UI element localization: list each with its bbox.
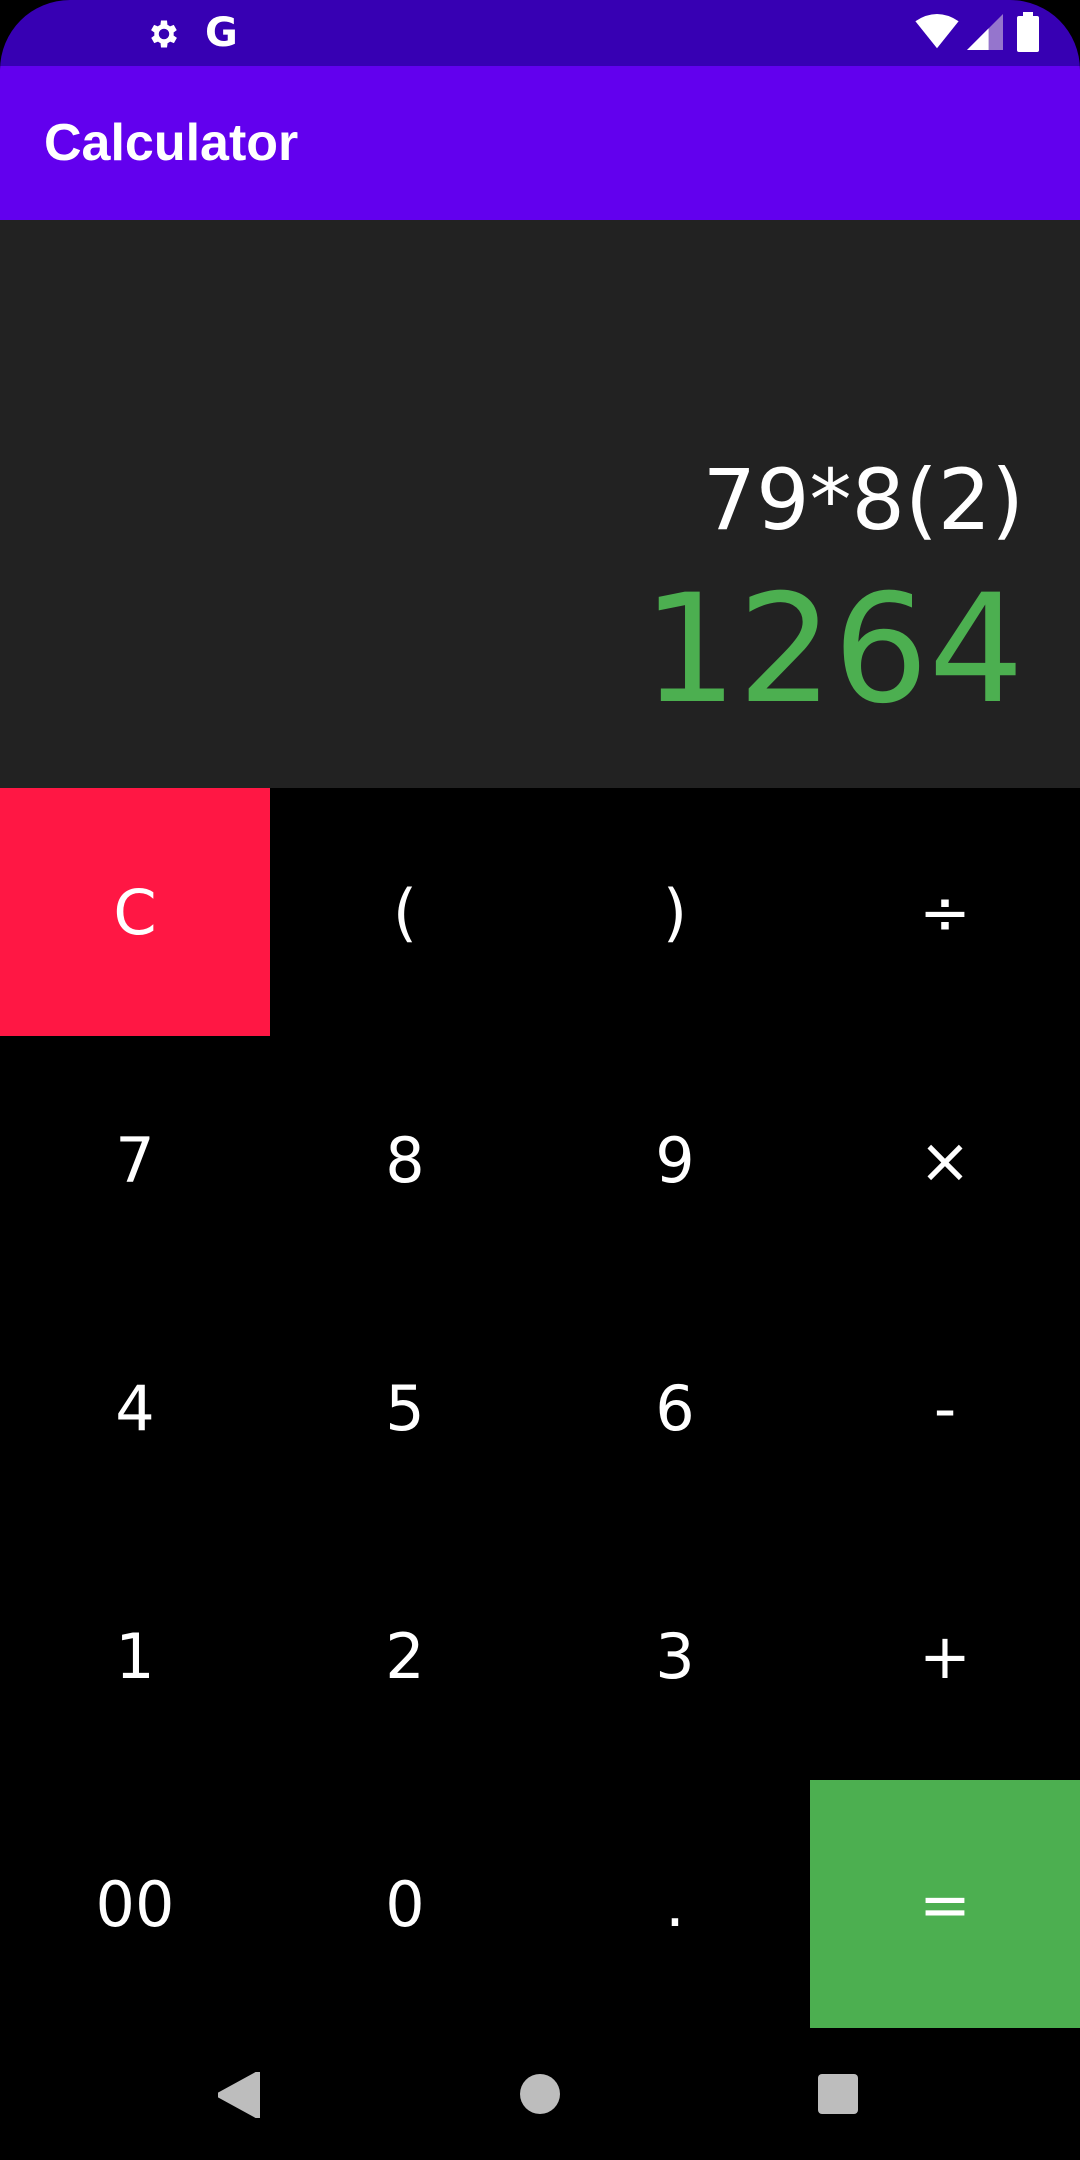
digit-9-button[interactable]: 9 — [540, 1036, 810, 1284]
recents-icon[interactable] — [818, 2074, 858, 2114]
close-paren-button[interactable]: ) — [540, 788, 810, 1036]
calculator-display: 79*8(2) 1264 — [0, 220, 1080, 788]
status-bar: G — [0, 0, 1080, 66]
app-bar: Calculator — [0, 66, 1080, 220]
decimal-point-button[interactable]: . — [540, 1780, 810, 2028]
equals-button[interactable]: = — [810, 1780, 1080, 2028]
digit-3-button[interactable]: 3 — [540, 1532, 810, 1780]
digit-5-button[interactable]: 5 — [270, 1284, 540, 1532]
gear-icon — [151, 20, 177, 48]
battery-icon — [1017, 12, 1039, 52]
add-button[interactable]: + — [810, 1532, 1080, 1780]
keypad: C ( ) ÷ 7 8 9 × 4 5 6 - 1 2 3 + 00 0 . = — [0, 788, 1080, 2028]
google-g-icon: G — [205, 10, 238, 56]
calculator-screen: G Calculator 79*8(2) 1264 C ( ) ÷ 7 8 9 … — [0, 0, 1080, 2160]
digit-1-button[interactable]: 1 — [0, 1532, 270, 1780]
navigation-bar — [0, 2028, 1080, 2160]
digit-4-button[interactable]: 4 — [0, 1284, 270, 1532]
open-paren-button[interactable]: ( — [270, 788, 540, 1036]
digit-0-button[interactable]: 0 — [270, 1780, 540, 2028]
double-zero-button[interactable]: 00 — [0, 1780, 270, 2028]
digit-2-button[interactable]: 2 — [270, 1532, 540, 1780]
app-title: Calculator — [44, 114, 299, 172]
multiply-button[interactable]: × — [810, 1036, 1080, 1284]
digit-6-button[interactable]: 6 — [540, 1284, 810, 1532]
digit-8-button[interactable]: 8 — [270, 1036, 540, 1284]
home-icon[interactable] — [520, 2074, 560, 2114]
back-icon[interactable] — [218, 2072, 260, 2118]
result-text: 1264 — [642, 563, 1024, 737]
digit-7-button[interactable]: 7 — [0, 1036, 270, 1284]
signal-icon — [967, 14, 1003, 50]
wifi-icon — [915, 14, 959, 49]
subtract-button[interactable]: - — [810, 1284, 1080, 1532]
expression-text: 79*8(2) — [702, 451, 1024, 549]
clear-button[interactable]: C — [0, 788, 270, 1036]
divide-button[interactable]: ÷ — [810, 788, 1080, 1036]
